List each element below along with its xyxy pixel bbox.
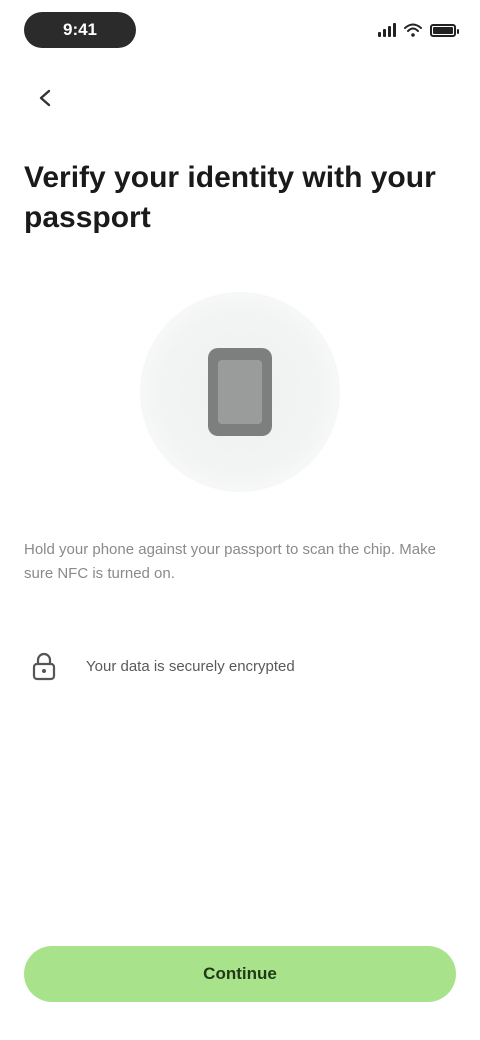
- phone-icon: [208, 348, 272, 436]
- wifi-icon: [404, 23, 422, 37]
- security-info-text: Your data is securely encrypted: [86, 657, 295, 675]
- arrow-left-icon: [39, 89, 51, 107]
- lock-icon: [24, 646, 64, 686]
- status-bar: 9:41: [24, 12, 459, 48]
- security-info-row: Your data is securely encrypted: [24, 640, 456, 692]
- status-time: 9:41: [24, 12, 136, 48]
- passport-scan-illustration: [140, 292, 340, 492]
- status-icons: [378, 23, 459, 37]
- back-button[interactable]: [28, 80, 64, 116]
- identity-verification-screen: 9:41 Verify your identity with your pass…: [0, 0, 480, 1040]
- continue-button[interactable]: Continue: [24, 946, 456, 1002]
- page-title: Verify your identity with your passport: [24, 161, 436, 234]
- battery-icon: [430, 23, 459, 37]
- signal-icon: [378, 23, 396, 37]
- instruction-text: Hold your phone against your passport to…: [24, 541, 436, 582]
